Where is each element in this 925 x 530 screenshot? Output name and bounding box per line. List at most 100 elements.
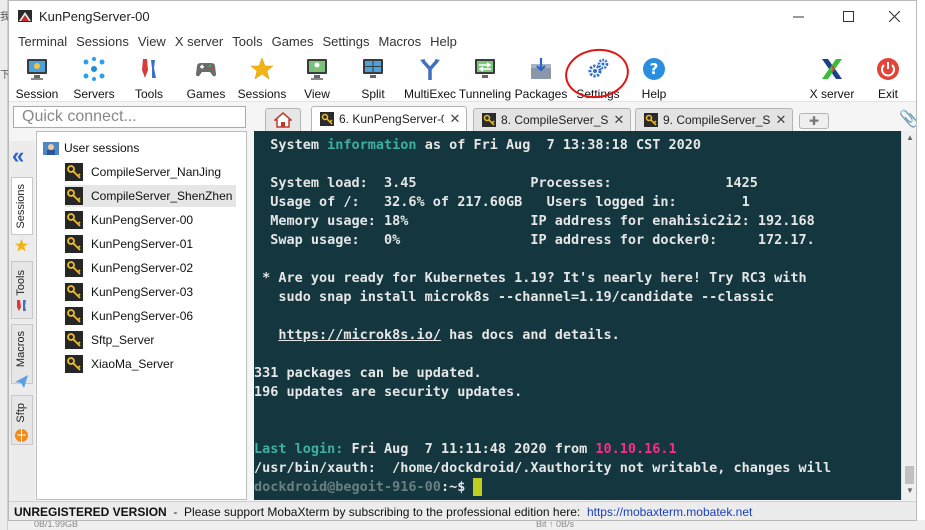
status-message: - Please support MobaXterm by subscribin… xyxy=(166,504,587,519)
user-sessions-folder[interactable]: User sessions xyxy=(43,140,139,156)
terminal-line: System information as of Fri Aug 7 13:38… xyxy=(254,136,701,155)
session-label: Session xyxy=(15,87,59,101)
scroll-up-icon[interactable]: ▲ xyxy=(906,133,914,142)
tab-close-icon[interactable]: ✕ xyxy=(770,112,792,128)
help-button[interactable]: ? Help xyxy=(633,52,675,102)
exit-button[interactable]: Exit xyxy=(867,52,909,102)
minimize-icon xyxy=(792,16,804,17)
sftp-globe-icon xyxy=(15,429,28,442)
packages-icon xyxy=(531,58,551,79)
session-item-label: KunPengServer-01 xyxy=(91,237,194,251)
servers-label: Servers xyxy=(73,87,115,101)
tools-button[interactable]: Tools xyxy=(127,52,171,102)
ssh-key-icon xyxy=(65,187,83,205)
servers-button[interactable]: Servers xyxy=(71,52,117,102)
menu-games[interactable]: Games xyxy=(268,34,318,49)
servers-network-icon xyxy=(83,57,105,81)
ssh-key-icon xyxy=(65,355,83,373)
split-label: Split xyxy=(361,87,385,101)
ssh-key-icon xyxy=(65,163,83,181)
menu-bar: Terminal Sessions View X server Tools Ga… xyxy=(9,31,916,52)
home-tab[interactable] xyxy=(265,108,301,131)
terminal-link[interactable]: https://microk8s.io/ xyxy=(278,327,441,343)
terminal-line: /usr/bin/xauth: /home/dockdroid/.Xauthor… xyxy=(254,460,832,476)
quick-connect-input[interactable]: Quick connect... xyxy=(13,106,246,128)
view-label: View xyxy=(304,87,330,101)
ssh-key-icon xyxy=(65,307,83,325)
session-item-compileserver-shenzhen[interactable]: CompileServer_ShenZhen xyxy=(65,185,237,207)
packages-label: Packages xyxy=(514,87,568,101)
ssh-key-icon xyxy=(482,113,496,127)
session-item-kunpengserver-02[interactable]: KunPengServer-02 xyxy=(65,257,197,279)
ssh-key-icon xyxy=(65,235,83,253)
session-item-kunpengserver-06[interactable]: KunPengServer-06 xyxy=(65,305,197,327)
terminal-line: Memory usage: 18% IP address for enahisi… xyxy=(254,213,815,229)
session-item-sftp-server[interactable]: Sftp_Server xyxy=(65,329,158,351)
tab-kunpengserver-00[interactable]: 6. KunPengServer-00 ✕ xyxy=(311,106,467,131)
menu-macros[interactable]: Macros xyxy=(374,34,425,49)
terminal-text: Last login: xyxy=(254,441,344,457)
tab-close-icon[interactable]: ✕ xyxy=(444,111,466,127)
home-icon xyxy=(274,112,292,128)
menu-sessions[interactable]: Sessions xyxy=(72,34,133,49)
maximize-button[interactable] xyxy=(825,1,871,31)
main-toolbar: Session Servers Tools Games Sessions Vie… xyxy=(9,52,916,102)
menu-view[interactable]: View xyxy=(134,34,170,49)
gamepad-icon xyxy=(196,63,216,77)
new-tab-button[interactable]: ✚ xyxy=(799,113,829,129)
split-button[interactable]: Split xyxy=(351,52,395,102)
side-tab-label: Macros xyxy=(15,331,27,368)
tunneling-button[interactable]: Tunneling xyxy=(459,52,511,102)
terminal-line: 331 packages can be updated. xyxy=(254,365,482,381)
star-icon xyxy=(15,239,28,252)
terminal-line: https://microk8s.io/ has docs and detail… xyxy=(254,326,619,345)
menu-settings[interactable]: Settings xyxy=(319,34,374,49)
plus-icon: ✚ xyxy=(808,114,820,128)
scroll-down-icon[interactable]: ▼ xyxy=(906,486,914,495)
multiexec-button[interactable]: MultiExec xyxy=(404,52,456,102)
side-tab-strip: « Sessions Tools Macros Sftp xyxy=(9,141,35,501)
x-server-label: X server xyxy=(809,87,855,101)
session-item-label: XiaoMa_Server xyxy=(91,357,174,371)
mobatek-link[interactable]: https://mobaxterm.mobatek.net xyxy=(587,505,752,519)
side-tab-label: Sessions xyxy=(15,184,27,229)
tab-label: 9. CompileServer_ShenZhen xyxy=(663,113,770,127)
tab-compileserver-shenzhen-9[interactable]: 9. CompileServer_ShenZhen ✕ xyxy=(635,108,793,131)
side-tab-sessions[interactable]: Sessions xyxy=(11,177,33,235)
collapse-panel-icon[interactable]: « xyxy=(12,145,32,167)
menu-terminal[interactable]: Terminal xyxy=(14,34,71,49)
games-button[interactable]: Games xyxy=(182,52,230,102)
minimize-button[interactable] xyxy=(775,1,821,31)
session-item-compileserver-nanjing[interactable]: CompileServer_NanJing xyxy=(65,161,225,183)
session-button[interactable]: Session xyxy=(15,52,59,102)
terminal-scrollbar[interactable]: ▲ ▼ xyxy=(901,131,916,500)
session-item-xiaoma-server[interactable]: XiaoMa_Server xyxy=(65,353,178,375)
terminal-line: Last login: Fri Aug 7 11:11:48 2020 from… xyxy=(254,440,677,459)
scroll-thumb[interactable] xyxy=(905,466,914,484)
session-item-kunpengserver-00[interactable]: KunPengServer-00 xyxy=(65,209,197,231)
tunneling-label: Tunneling xyxy=(458,87,512,101)
x-server-button[interactable]: X server xyxy=(807,52,857,102)
terminal-text: information xyxy=(327,137,417,153)
user-folder-icon xyxy=(43,142,59,155)
menu-help[interactable]: Help xyxy=(426,34,461,49)
session-item-kunpengserver-01[interactable]: KunPengServer-01 xyxy=(65,233,197,255)
view-button[interactable]: View xyxy=(295,52,339,102)
sessions-button[interactable]: Sessions xyxy=(236,52,288,102)
paperclip-icon[interactable]: 📎 xyxy=(899,109,916,129)
session-item-kunpengserver-03[interactable]: KunPengServer-03 xyxy=(65,281,197,303)
status-bar: UNREGISTERED VERSION - Please support Mo… xyxy=(9,501,916,520)
tab-close-icon[interactable]: ✕ xyxy=(608,112,630,128)
packages-button[interactable]: Packages xyxy=(515,52,567,102)
tab-compileserver-shenzhen-8[interactable]: 8. CompileServer_ShenZhen ✕ xyxy=(473,108,631,131)
menu-x-server[interactable]: X server xyxy=(171,34,227,49)
terminal-output[interactable]: System information as of Fri Aug 7 13:38… xyxy=(254,131,901,500)
terminal-text: Fri Aug 7 11:11:48 2020 from xyxy=(343,441,596,457)
session-item-label: KunPengServer-02 xyxy=(91,261,194,275)
session-item-label: Sftp_Server xyxy=(91,333,155,347)
close-window-button[interactable] xyxy=(871,1,916,31)
tab-label: 8. CompileServer_ShenZhen xyxy=(501,113,608,127)
menu-tools[interactable]: Tools xyxy=(228,34,266,49)
terminal-line: * Are you ready for Kubernetes 1.19? It'… xyxy=(254,270,807,286)
terminal-cursor xyxy=(473,478,483,496)
